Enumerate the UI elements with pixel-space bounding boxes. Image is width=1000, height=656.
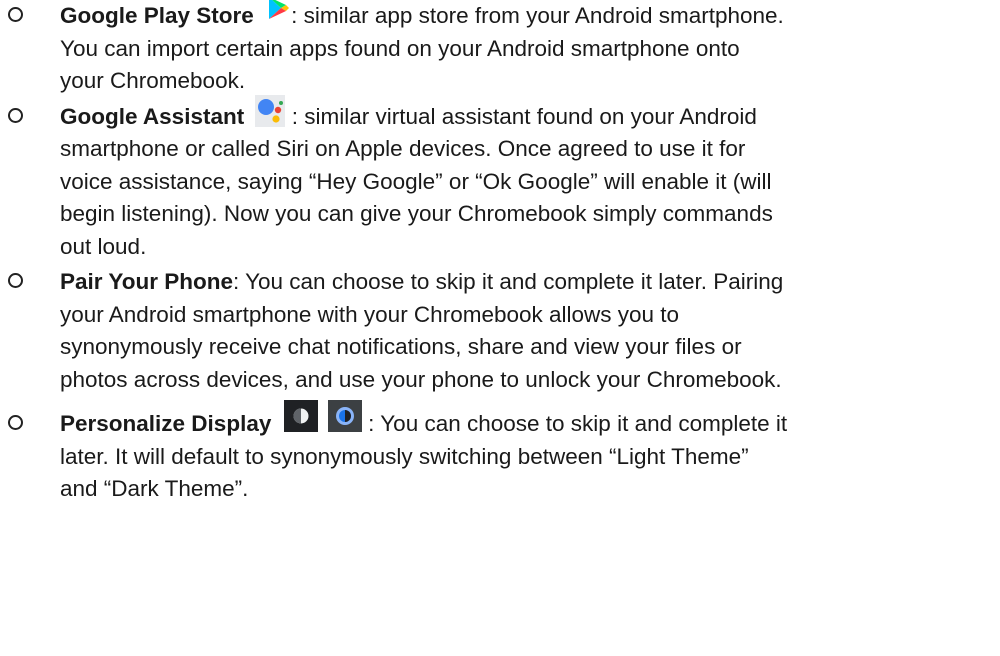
google-assistant-icon bbox=[255, 94, 286, 127]
list-item: Personalize Display : You can choose to … bbox=[0, 400, 1000, 506]
text-line: your Chromebook. bbox=[60, 68, 246, 93]
list-item: Google Play Store : similar app store fr… bbox=[0, 0, 1000, 98]
feature-list: Google Play Store : similar app store fr… bbox=[0, 0, 1000, 506]
text-line: begin listening). Now you can give your … bbox=[60, 201, 773, 226]
item-text: : similar app store from your Android sm… bbox=[291, 3, 784, 28]
google-play-store-icon bbox=[265, 0, 291, 21]
feature-term: Google Assistant bbox=[60, 103, 245, 129]
item-text: : similar virtual assistant found on you… bbox=[285, 103, 757, 129]
hollow-circle-bullet bbox=[8, 415, 23, 430]
item-text: : You can choose to skip it and complete… bbox=[361, 411, 788, 436]
feature-term: Google Play Store bbox=[60, 3, 254, 28]
text-line: voice assistance, saying “Hey Google” or… bbox=[60, 168, 772, 194]
display-theme-icon bbox=[283, 400, 318, 432]
text-line: Pair Your Phone: You can choose to skip … bbox=[60, 266, 994, 299]
text-line: later. It will default to synonymously s… bbox=[60, 443, 749, 469]
item-text: : You can choose to skip it and complete… bbox=[232, 269, 784, 294]
hollow-circle-bullet bbox=[8, 7, 23, 22]
feature-term: Pair Your Phone bbox=[60, 269, 233, 294]
feature-term: Personalize Display bbox=[60, 411, 272, 436]
document-page: Google Play Store : similar app store fr… bbox=[0, 0, 1000, 506]
display-theme-icon bbox=[327, 400, 362, 432]
text-line: and “Dark Theme”. bbox=[60, 476, 249, 501]
text-line: synonymously receive chat notifications,… bbox=[60, 334, 742, 359]
text-line: You can import certain apps found on you… bbox=[60, 35, 740, 61]
hollow-circle-bullet bbox=[8, 107, 23, 123]
text-line: photos across devices, and use your phon… bbox=[60, 366, 782, 392]
text-line: out loud. bbox=[60, 233, 147, 259]
hollow-circle-bullet bbox=[8, 273, 23, 288]
list-item: Google Assistant : similar virtual assis… bbox=[0, 94, 1000, 264]
text-line: your Android smartphone with your Chrome… bbox=[60, 301, 680, 327]
text-line: Google Assistant : similar virtual assis… bbox=[60, 94, 994, 134]
list-item: Pair Your Phone: You can choose to skip … bbox=[0, 266, 1000, 396]
text-line: smartphone or called Siri on Apple devic… bbox=[60, 136, 746, 161]
text-line: Google Play Store : similar app store fr… bbox=[60, 0, 994, 33]
text-line: Personalize Display : You can choose to … bbox=[60, 400, 994, 441]
